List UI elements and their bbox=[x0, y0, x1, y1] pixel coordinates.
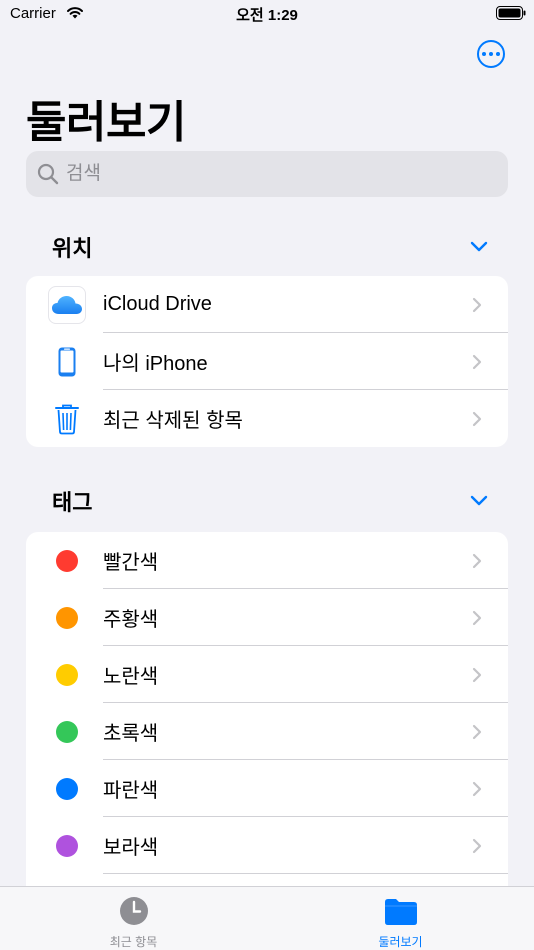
section-title-locations: 위치 bbox=[52, 236, 93, 261]
tab-label: 최근 항목 bbox=[109, 935, 158, 949]
location-label: 최근 삭제된 항목 bbox=[103, 410, 243, 432]
ellipsis-circle-icon bbox=[482, 52, 486, 56]
red-tag-dot-icon bbox=[56, 549, 78, 572]
tag-label: 노란색 bbox=[103, 666, 159, 688]
folder-icon bbox=[384, 899, 417, 925]
location-item-recently-deleted[interactable]: 최근 삭제된 항목 bbox=[26, 390, 508, 447]
chevron-right-icon bbox=[472, 838, 482, 853]
tag-item-red[interactable]: 빨간색 bbox=[26, 532, 508, 589]
tag-label: 빨간색 bbox=[103, 552, 159, 574]
chevron-right-icon bbox=[472, 297, 482, 312]
tag-item-yellow[interactable]: 노란색 bbox=[26, 646, 508, 703]
tag-label: 보라색 bbox=[103, 837, 159, 859]
icloud-icon bbox=[48, 285, 86, 324]
chevron-down-icon[interactable] bbox=[470, 495, 488, 507]
search-bar[interactable] bbox=[26, 151, 508, 197]
more-options-button[interactable] bbox=[477, 40, 505, 68]
chevron-right-icon bbox=[472, 781, 482, 796]
status-bar: Carrier 오전 1:29 bbox=[0, 0, 534, 28]
chevron-right-icon bbox=[472, 667, 482, 682]
search-icon bbox=[37, 163, 59, 185]
locations-section-header[interactable]: 위치 bbox=[26, 230, 508, 264]
chevron-right-icon bbox=[472, 354, 482, 369]
tag-item-orange[interactable]: 주황색 bbox=[26, 589, 508, 646]
section-title-tags: 태그 bbox=[52, 490, 93, 515]
location-item-icloud-drive[interactable]: iCloud Drive bbox=[26, 276, 508, 333]
tab-browse[interactable]: 둘러보기 bbox=[267, 887, 534, 950]
chevron-right-icon bbox=[472, 724, 482, 739]
battery-icon bbox=[496, 6, 526, 20]
location-label: iCloud Drive bbox=[103, 293, 212, 315]
page-title: 둘러보기 bbox=[26, 98, 186, 147]
tag-label: 주황색 bbox=[103, 609, 159, 631]
orange-tag-dot-icon bbox=[56, 606, 78, 629]
chevron-right-icon bbox=[472, 610, 482, 625]
status-time: 오전 1:29 bbox=[236, 7, 298, 24]
tag-item-green[interactable]: 초록색 bbox=[26, 703, 508, 760]
tags-section-header[interactable]: 태그 bbox=[26, 484, 508, 518]
tag-label: 초록색 bbox=[103, 723, 159, 745]
yellow-tag-dot-icon bbox=[56, 663, 78, 686]
location-label: 나의 iPhone bbox=[103, 353, 208, 375]
locations-list: iCloud Drive 나의 iPhone 최근 삭제된 항목 bbox=[26, 276, 508, 447]
purple-tag-dot-icon bbox=[56, 834, 78, 857]
location-item-my-iphone[interactable]: 나의 iPhone bbox=[26, 333, 508, 390]
tag-label: 파란색 bbox=[103, 780, 159, 802]
trash-icon bbox=[48, 400, 86, 438]
chevron-right-icon bbox=[472, 553, 482, 568]
tab-label: 둘러보기 bbox=[378, 935, 423, 949]
blue-tag-dot-icon bbox=[56, 777, 78, 800]
iphone-icon bbox=[48, 343, 86, 381]
tag-item-blue[interactable]: 파란색 bbox=[26, 760, 508, 817]
clock-icon bbox=[119, 897, 148, 925]
tag-item-purple[interactable]: 보라색 bbox=[26, 817, 508, 874]
search-input[interactable] bbox=[66, 163, 486, 185]
chevron-down-icon[interactable] bbox=[470, 241, 488, 253]
green-tag-dot-icon bbox=[56, 720, 78, 743]
tab-bar: 최근 항목 둘러보기 bbox=[0, 886, 534, 950]
chevron-right-icon bbox=[472, 411, 482, 426]
tab-recents[interactable]: 최근 항목 bbox=[0, 887, 267, 950]
tags-list: 빨간색 주황색 노란색 초록색 파란색 보라색 bbox=[26, 532, 508, 886]
row-separator bbox=[103, 873, 508, 874]
